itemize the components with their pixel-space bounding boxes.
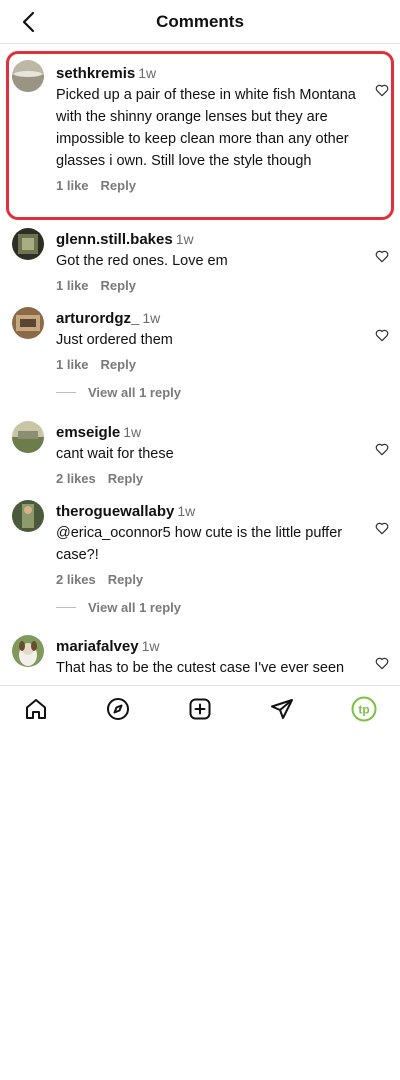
- comment-likes[interactable]: 2 likes: [56, 572, 96, 587]
- heart-icon[interactable]: [374, 441, 390, 457]
- comment-likes[interactable]: 1 like: [56, 178, 89, 193]
- reply-button[interactable]: Reply: [101, 178, 136, 193]
- avatar[interactable]: [12, 421, 44, 453]
- comment-text: That has to be the cutest case I've ever…: [56, 660, 345, 676]
- comment-username[interactable]: sethkremis: [56, 65, 135, 82]
- header: Comments: [0, 0, 400, 44]
- comment-username[interactable]: glenn.still.bakes: [56, 231, 173, 248]
- avatar[interactable]: [12, 635, 44, 667]
- direct-message-icon: [271, 699, 293, 719]
- divider: [56, 392, 76, 393]
- comment-username[interactable]: arturordgz_: [56, 310, 139, 327]
- page-title: Comments: [156, 12, 244, 31]
- comment-text: @erica_oconnor5 how cute is the little p…: [56, 525, 343, 563]
- comment-likes[interactable]: 2 likes: [56, 471, 96, 486]
- view-replies-button[interactable]: View all 1 reply: [56, 385, 181, 400]
- avatar[interactable]: [12, 228, 44, 260]
- bottom-navigation: tp: [0, 685, 400, 731]
- avatar[interactable]: [12, 60, 44, 92]
- view-replies-label: View all 1 reply: [88, 385, 181, 400]
- nav-create[interactable]: [187, 696, 213, 722]
- comment-likes[interactable]: 1 like: [56, 278, 89, 293]
- divider: [56, 607, 76, 608]
- comment-username[interactable]: mariafalvey: [56, 638, 139, 655]
- view-replies-button[interactable]: View all 1 reply: [56, 600, 181, 615]
- avatar[interactable]: [12, 307, 44, 339]
- comment-time: 1w: [142, 310, 161, 326]
- comment-text: cant wait for these: [56, 446, 174, 462]
- heart-icon[interactable]: [374, 655, 390, 671]
- comment-time: 1w: [175, 231, 194, 247]
- comments-list[interactable]: sethkremis 1w Picked up a pair of these i…: [0, 45, 400, 685]
- reply-button[interactable]: Reply: [101, 278, 136, 293]
- comment-time: 1w: [138, 65, 157, 81]
- comment-text: Got the red ones. Love em: [56, 253, 228, 269]
- comment-time: 1w: [141, 638, 160, 654]
- reply-button[interactable]: Reply: [108, 471, 143, 486]
- reply-button[interactable]: Reply: [108, 572, 143, 587]
- comment-text: Just ordered them: [56, 332, 173, 348]
- comment-time: 1w: [177, 503, 196, 519]
- nav-explore[interactable]: [105, 696, 131, 722]
- view-replies-label: View all 1 reply: [88, 600, 181, 615]
- nav-direct[interactable]: [269, 696, 295, 722]
- comment-username[interactable]: theroguewallaby: [56, 503, 174, 520]
- heart-icon[interactable]: [374, 327, 390, 343]
- explore-icon: [107, 698, 129, 720]
- avatar[interactable]: [12, 500, 44, 532]
- heart-icon[interactable]: [374, 520, 390, 536]
- comment-username[interactable]: emseigle: [56, 424, 120, 441]
- create-icon: [189, 698, 211, 720]
- heart-icon[interactable]: [374, 248, 390, 264]
- profile-icon: tp: [351, 696, 377, 722]
- comment-likes[interactable]: 1 like: [56, 357, 89, 372]
- heart-icon[interactable]: [374, 82, 390, 98]
- comment-time: 1w: [123, 424, 142, 440]
- nav-profile[interactable]: tp: [351, 696, 377, 722]
- profile-initials: tp: [358, 703, 369, 717]
- nav-home[interactable]: [23, 696, 49, 722]
- reply-button[interactable]: Reply: [101, 357, 136, 372]
- home-icon: [26, 699, 46, 719]
- comment-text: Picked up a pair of these in white fish …: [56, 87, 356, 169]
